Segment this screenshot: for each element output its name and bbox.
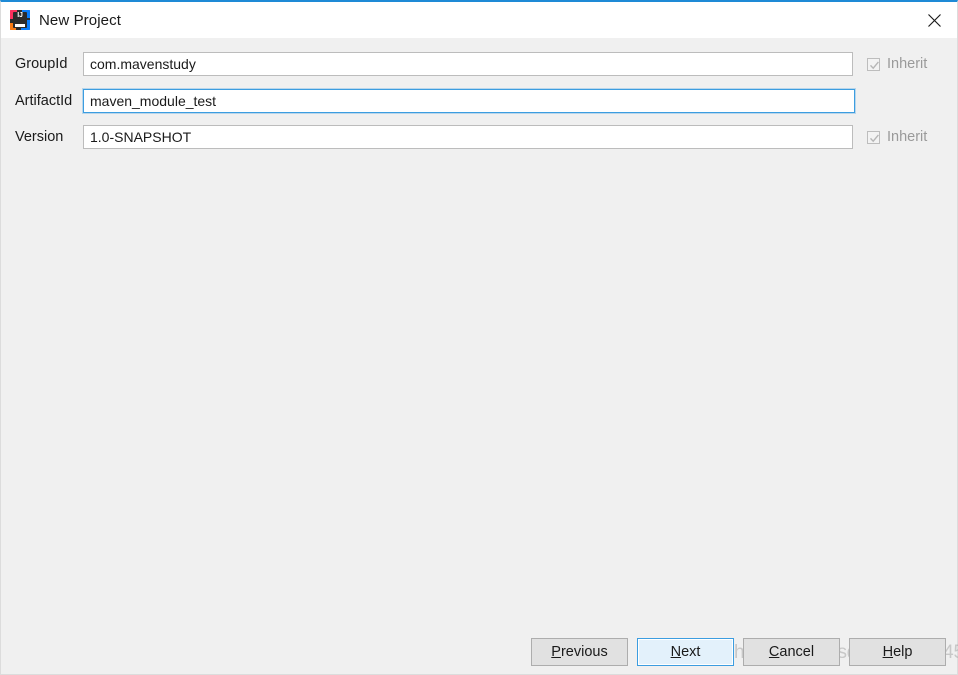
next-button-label: ext bbox=[681, 644, 701, 660]
cancel-button-mnemonic: C bbox=[768, 644, 780, 660]
close-icon[interactable] bbox=[911, 2, 957, 38]
version-inherit-checkbox[interactable]: Inherit bbox=[867, 129, 927, 145]
help-button[interactable]: Help bbox=[849, 638, 946, 666]
dialog-titlebar: IJ New Project bbox=[1, 2, 957, 38]
field-row-artifactid: ArtifactId bbox=[1, 89, 957, 113]
new-project-dialog: IJ New Project GroupId Inherit bbox=[0, 0, 958, 675]
checkbox-box[interactable] bbox=[867, 130, 880, 144]
checkbox-box[interactable] bbox=[867, 57, 880, 71]
version-input[interactable] bbox=[83, 125, 853, 149]
groupid-label: GroupId bbox=[15, 56, 68, 72]
next-button-mnemonic: N bbox=[670, 644, 682, 660]
groupid-input[interactable] bbox=[83, 52, 853, 76]
maven-coordinates-form: GroupId Inherit ArtifactId Version bbox=[1, 38, 958, 674]
artifactid-label: ArtifactId bbox=[15, 93, 73, 109]
previous-button[interactable]: Previous bbox=[531, 638, 628, 666]
dialog-title: New Project bbox=[39, 11, 121, 29]
field-row-version: Version Inherit bbox=[1, 125, 957, 149]
dialog-button-bar: Previous Next Cancel Help bbox=[1, 637, 957, 667]
version-label: Version bbox=[15, 129, 64, 145]
cancel-button[interactable]: Cancel bbox=[743, 638, 840, 666]
groupid-inherit-label: Inherit bbox=[887, 56, 928, 72]
groupid-inherit-checkbox[interactable]: Inherit bbox=[867, 56, 927, 72]
field-row-groupid: GroupId Inherit bbox=[1, 52, 957, 76]
previous-button-mnemonic: P bbox=[551, 644, 561, 660]
cancel-button-label: ancel bbox=[779, 644, 815, 660]
intellij-idea-logo-icon: IJ bbox=[10, 10, 30, 30]
help-button-mnemonic: H bbox=[882, 644, 894, 660]
previous-button-label: revious bbox=[560, 644, 608, 660]
next-button[interactable]: Next bbox=[637, 638, 734, 666]
help-button-label: elp bbox=[893, 644, 913, 660]
artifactid-input[interactable] bbox=[83, 89, 855, 113]
version-inherit-label: Inherit bbox=[887, 129, 928, 145]
